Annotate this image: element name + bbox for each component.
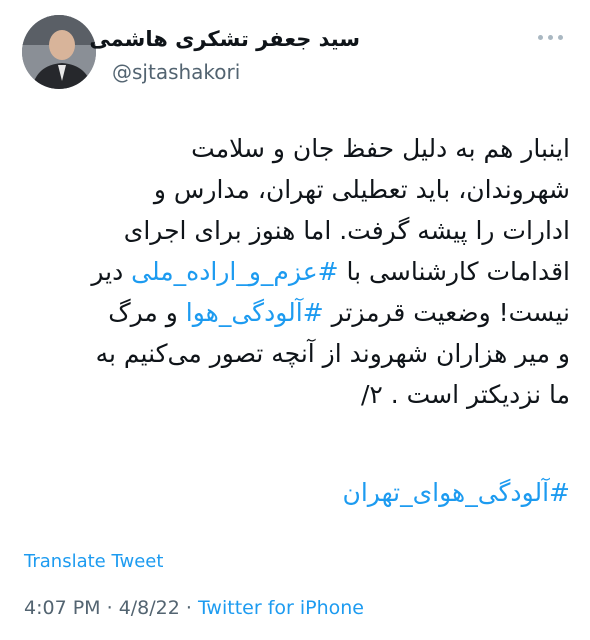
tweet-text-fragment: و مرگ [108, 298, 186, 327]
tweet-time[interactable]: 4:07 PM [24, 597, 101, 619]
tweet-text: اینبار هم به دلیل حفظ جان و سلامت شهروند… [20, 128, 570, 415]
more-dots-icon[interactable] [538, 30, 572, 44]
tweet-source[interactable]: Twitter for iPhone [198, 597, 364, 619]
tweet-line: نیست! وضعیت قرمزتر #آلودگی_هوا و مرگ [20, 292, 570, 333]
tweet-line: اینبار هم به دلیل حفظ جان و سلامت [191, 134, 570, 163]
tweet-date[interactable]: 4/8/22 [119, 597, 180, 619]
tweet-meta: 4:07 PM · 4/8/22 · Twitter for iPhone [24, 597, 364, 619]
tweet-text-fragment: نیست! وضعیت قرمزتر [323, 298, 570, 327]
tweet-line: ادارات را پیشه گرفت. اما هنوز برای اجرای [123, 216, 570, 245]
dot [558, 34, 563, 40]
author-name[interactable]: سید جعفر تشکری هاشمی [89, 27, 360, 51]
separator: · [179, 597, 198, 619]
tweet-line: شهروندان، باید تعطیلی تهران، مدارس و [153, 175, 570, 204]
dot [538, 34, 543, 40]
avatar[interactable] [22, 15, 96, 89]
profile-photo [22, 15, 96, 89]
tweet-line: ما نزدیکتر است . ۲/ [360, 380, 570, 409]
author-handle[interactable]: @sjtashakori [112, 60, 240, 84]
hashtag-link[interactable]: #عزم_و_اراده_ملی [131, 257, 338, 286]
dot [548, 34, 553, 40]
translate-tweet-link[interactable]: Translate Tweet [24, 551, 163, 572]
tweet-text-fragment: اقدامات کارشناسی با [338, 257, 570, 286]
tweet-text-fragment: دیر [91, 257, 132, 286]
hashtag-link[interactable]: #آلودگی_هوا [186, 298, 324, 327]
tweet-line: و میر هزاران شهروند از آنچه تصور می‌کنیم… [95, 339, 570, 368]
tweet-line: اقدامات کارشناسی با #عزم_و_اراده_ملی دیر [20, 251, 570, 292]
separator: · [100, 597, 119, 619]
hashtag-link[interactable]: #آلودگی_هوای_تهران [343, 478, 571, 507]
